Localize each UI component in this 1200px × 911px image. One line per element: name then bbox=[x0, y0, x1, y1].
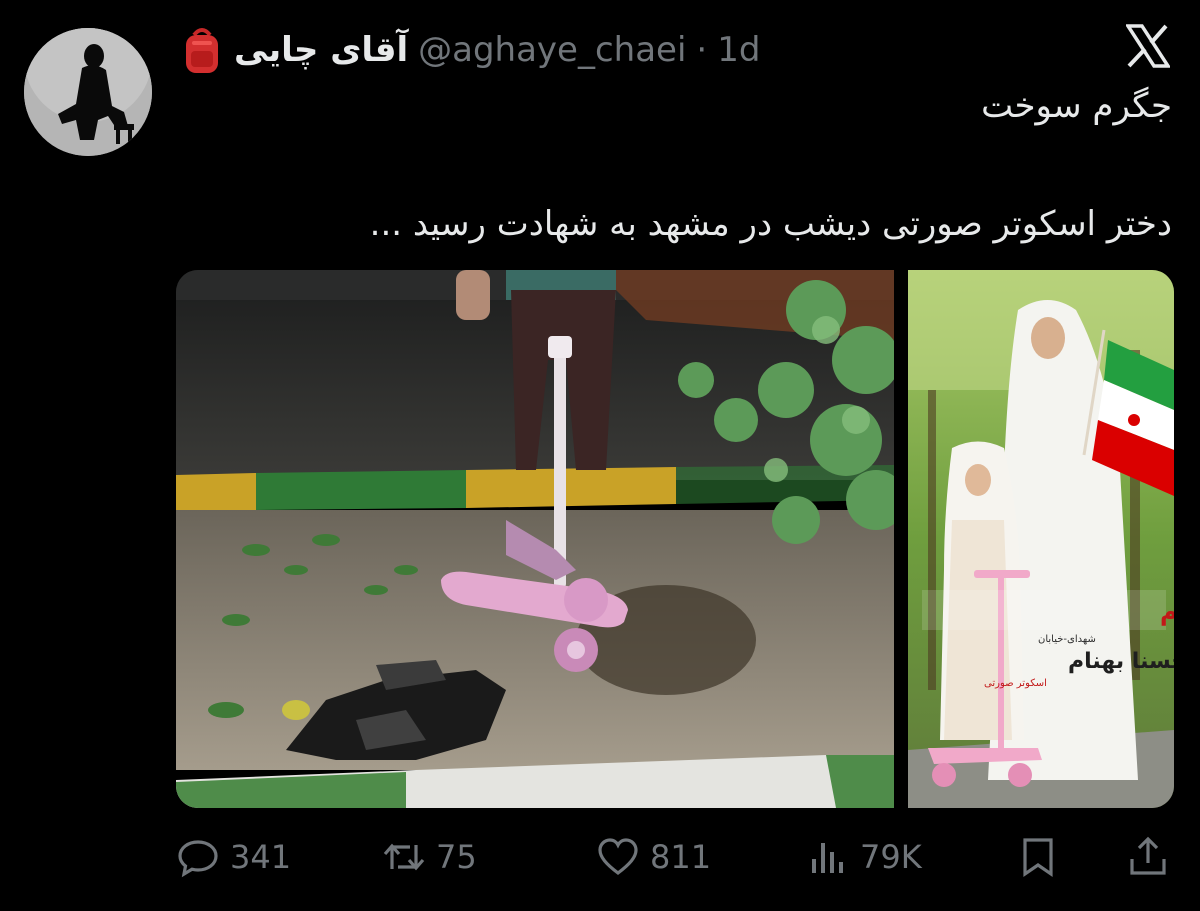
like-button[interactable]: 811 bbox=[596, 835, 711, 879]
separator-dot: · bbox=[696, 30, 708, 70]
poster-name-1: شهیده محدثه خوشکام bbox=[1160, 598, 1174, 626]
views-count: 79K bbox=[860, 838, 922, 876]
like-count: 811 bbox=[650, 838, 712, 876]
reply-button[interactable]: 341 bbox=[176, 835, 291, 879]
action-bar: 341 75 811 79K bbox=[176, 832, 1170, 882]
tweet-text-line-1: جگرم سوخت bbox=[981, 86, 1172, 126]
tweet-text-line-2: دختر اسکوتر صورتی دیشب در مشهد به شهادت … bbox=[369, 204, 1172, 244]
repost-icon bbox=[383, 843, 425, 871]
timestamp[interactable]: 1d bbox=[717, 30, 760, 70]
share-icon bbox=[1130, 836, 1166, 875]
user-handle[interactable]: @aghaye_chaei bbox=[418, 30, 686, 70]
reply-icon bbox=[178, 840, 218, 878]
backpack-icon bbox=[180, 25, 224, 75]
repost-button[interactable]: 75 bbox=[382, 835, 477, 879]
bookmark-button[interactable] bbox=[1016, 835, 1060, 879]
avatar-silhouette bbox=[24, 28, 152, 156]
debris-pink-scooter-photo[interactable] bbox=[176, 270, 894, 808]
views-chart-icon bbox=[812, 843, 843, 873]
reply-count: 341 bbox=[230, 838, 292, 876]
poster-name-2: شهیده حسنا بهنام bbox=[1068, 649, 1174, 674]
poster-caption-1: شهدای-خیابان bbox=[1038, 634, 1096, 645]
share-button[interactable] bbox=[1126, 835, 1170, 879]
display-name[interactable]: آقای چایی bbox=[234, 30, 408, 70]
tweet-header: آقای چایی @aghaye_chaei · 1d bbox=[180, 22, 760, 78]
views-button[interactable]: 79K bbox=[806, 835, 922, 879]
media-grid: شهیده محدثه خوشکام شهدای-خیابان شهیده حس… bbox=[176, 270, 1174, 808]
bookmark-icon bbox=[1023, 838, 1053, 878]
heart-icon bbox=[598, 838, 638, 876]
avatar[interactable] bbox=[24, 28, 152, 156]
mother-daughter-flag-poster[interactable]: شهیده محدثه خوشکام شهدای-خیابان شهیده حس… bbox=[908, 270, 1174, 808]
tweet: آقای چایی @aghaye_chaei · 1d جگرم سوخت د… bbox=[0, 0, 1200, 911]
x-logo-icon bbox=[1124, 24, 1172, 68]
repost-count: 75 bbox=[436, 838, 477, 876]
poster-caption-2: اسکوتر صورتی bbox=[984, 678, 1047, 689]
